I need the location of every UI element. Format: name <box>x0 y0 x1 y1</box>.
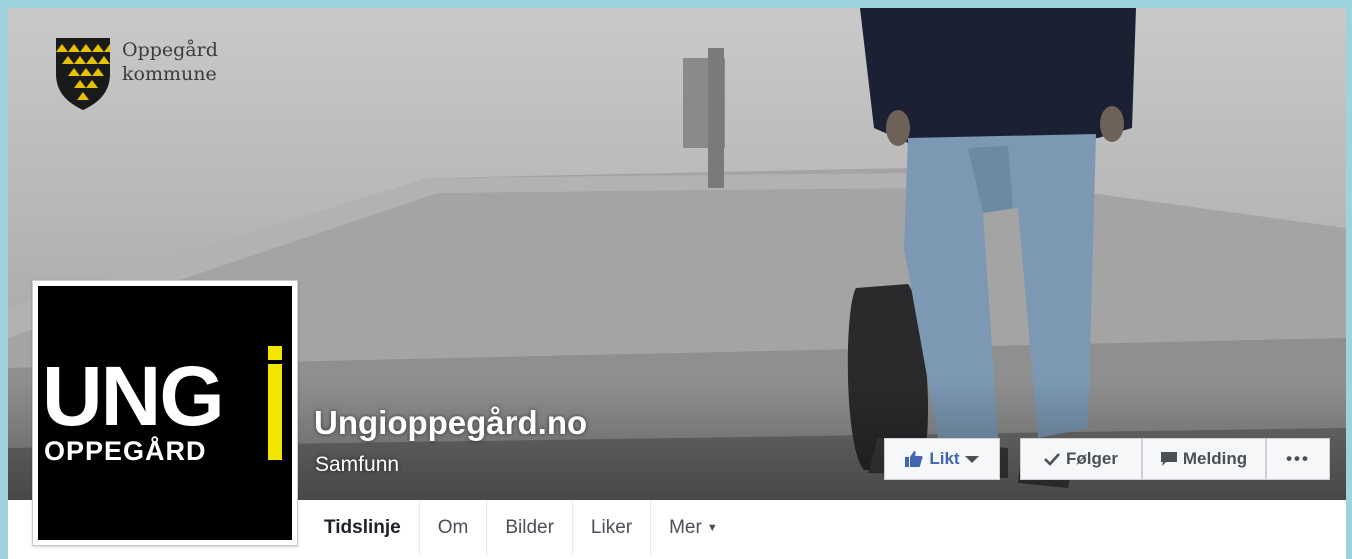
tab-photos[interactable]: Bilder <box>487 500 573 556</box>
coat-of-arms-icon <box>56 38 110 110</box>
tab-timeline-label: Tidslinje <box>324 517 401 538</box>
municipality-name-line2: kommune <box>122 63 217 85</box>
municipality-logo: Oppegård kommune <box>56 38 242 110</box>
like-button[interactable]: Likt <box>884 438 1000 480</box>
follow-button[interactable]: Følger <box>1020 438 1142 480</box>
tab-likes-label: Liker <box>590 517 633 538</box>
tab-timeline[interactable]: Tidslinje <box>306 500 420 556</box>
logo-i-dot <box>268 346 282 360</box>
tab-likes[interactable]: Liker <box>573 500 652 556</box>
tab-photos-label: Bilder <box>505 517 554 538</box>
message-button[interactable]: Melding <box>1142 438 1266 480</box>
tab-more-label: Mer <box>669 517 702 538</box>
page-tabs: Tidslinje Om Bilder Liker Mer ▼ <box>306 500 736 559</box>
more-options-label: ••• <box>1286 449 1310 468</box>
tab-more[interactable]: Mer ▼ <box>651 500 736 556</box>
profile-logo: UNG OPPEGÅRD <box>38 286 292 540</box>
tab-about[interactable]: Om <box>420 500 488 556</box>
municipality-name-line1: Oppegård <box>122 39 218 61</box>
page-title[interactable]: Ungioppegård.no <box>314 404 587 442</box>
logo-i-bar <box>268 364 282 460</box>
tab-about-label: Om <box>437 517 469 538</box>
message-button-label: Melding <box>1182 449 1248 468</box>
chevron-down-icon <box>964 456 979 463</box>
page-category[interactable]: Samfunn <box>315 453 399 477</box>
profile-logo-line1: UNG <box>42 349 225 443</box>
message-icon <box>1160 452 1177 466</box>
municipality-name: Oppegård kommune <box>122 38 242 86</box>
like-button-label: Likt <box>929 449 960 468</box>
checkmark-icon <box>1044 453 1060 466</box>
page-frame: Oppegård kommune Ungioppegård.no Samfunn… <box>8 8 1346 559</box>
more-options-button[interactable]: ••• <box>1266 438 1330 480</box>
follow-button-label: Følger <box>1066 449 1118 468</box>
profile-logo-line2: OPPEGÅRD <box>44 436 207 466</box>
caret-down-icon: ▼ <box>706 522 718 534</box>
thumbs-up-icon <box>905 451 924 467</box>
profile-picture[interactable]: UNG OPPEGÅRD <box>32 280 298 546</box>
